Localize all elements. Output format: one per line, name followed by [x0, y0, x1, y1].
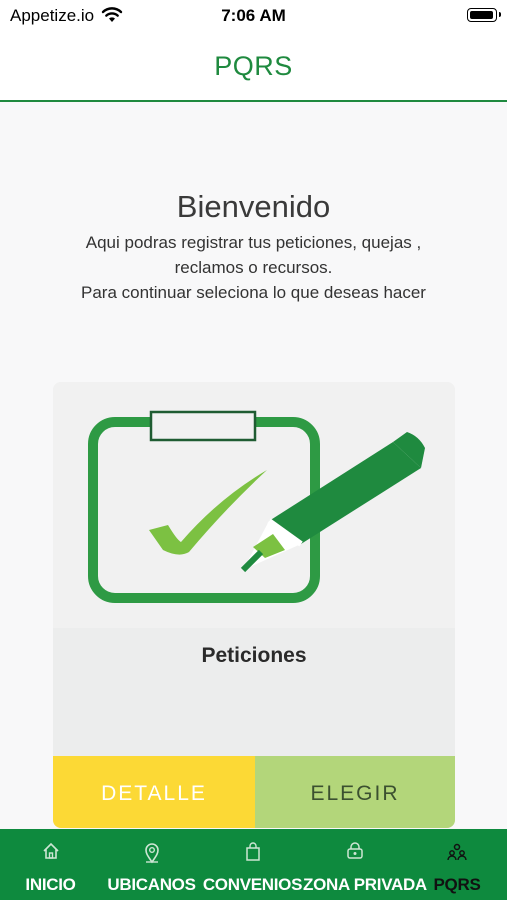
option-card-peticiones[interactable]: Peticiones DETALLE ELEGIR [53, 382, 455, 828]
card-image [53, 382, 455, 628]
tab-ubicanos[interactable]: UBICANOS [101, 829, 202, 900]
welcome-line-1: Aqui podras registrar tus peticiones, qu… [85, 233, 422, 252]
welcome-title: Bienvenido [176, 189, 331, 224]
tab-label: PQRS [433, 875, 481, 894]
battery-icon [467, 8, 501, 22]
shopping-bag-icon [245, 842, 261, 867]
tab-label: INICIO [25, 875, 76, 894]
status-time: 7:06 AM [221, 6, 286, 25]
tab-label: ZONA PRIVADA [303, 875, 427, 894]
welcome-text: Aqui podras registrar tus peticiones, qu… [30, 230, 477, 305]
people-icon [447, 842, 467, 867]
tab-label: UBICANOS [107, 875, 196, 894]
clipboard-check-pencil-icon [88, 410, 425, 603]
home-icon [42, 842, 60, 865]
lock-icon [345, 842, 365, 865]
detail-button[interactable]: DETALLE [53, 756, 255, 828]
nav-header: PQRS [0, 34, 507, 102]
status-bar: Appetize.io 7:06 AM [0, 0, 507, 34]
page-title: PQRS [214, 51, 293, 81]
tab-label: CONVENIOS [202, 875, 303, 894]
choose-button[interactable]: ELEGIR [255, 756, 455, 828]
tab-pqrs[interactable]: PQRS [407, 829, 507, 900]
card-title: Peticiones [201, 644, 307, 667]
tab-bar: INICIO UBICANOS CONVENIOS ZONA PRIVADA P… [0, 829, 507, 900]
tab-inicio[interactable]: INICIO [0, 829, 101, 900]
location-pin-icon [143, 842, 161, 869]
welcome-line-3: Para continuar seleciona lo que deseas h… [81, 283, 426, 302]
tab-convenios[interactable]: CONVENIOS [202, 829, 303, 900]
welcome-line-2: reclamos o recursos. [174, 258, 333, 277]
tab-zona-privada[interactable]: ZONA PRIVADA [303, 829, 427, 900]
